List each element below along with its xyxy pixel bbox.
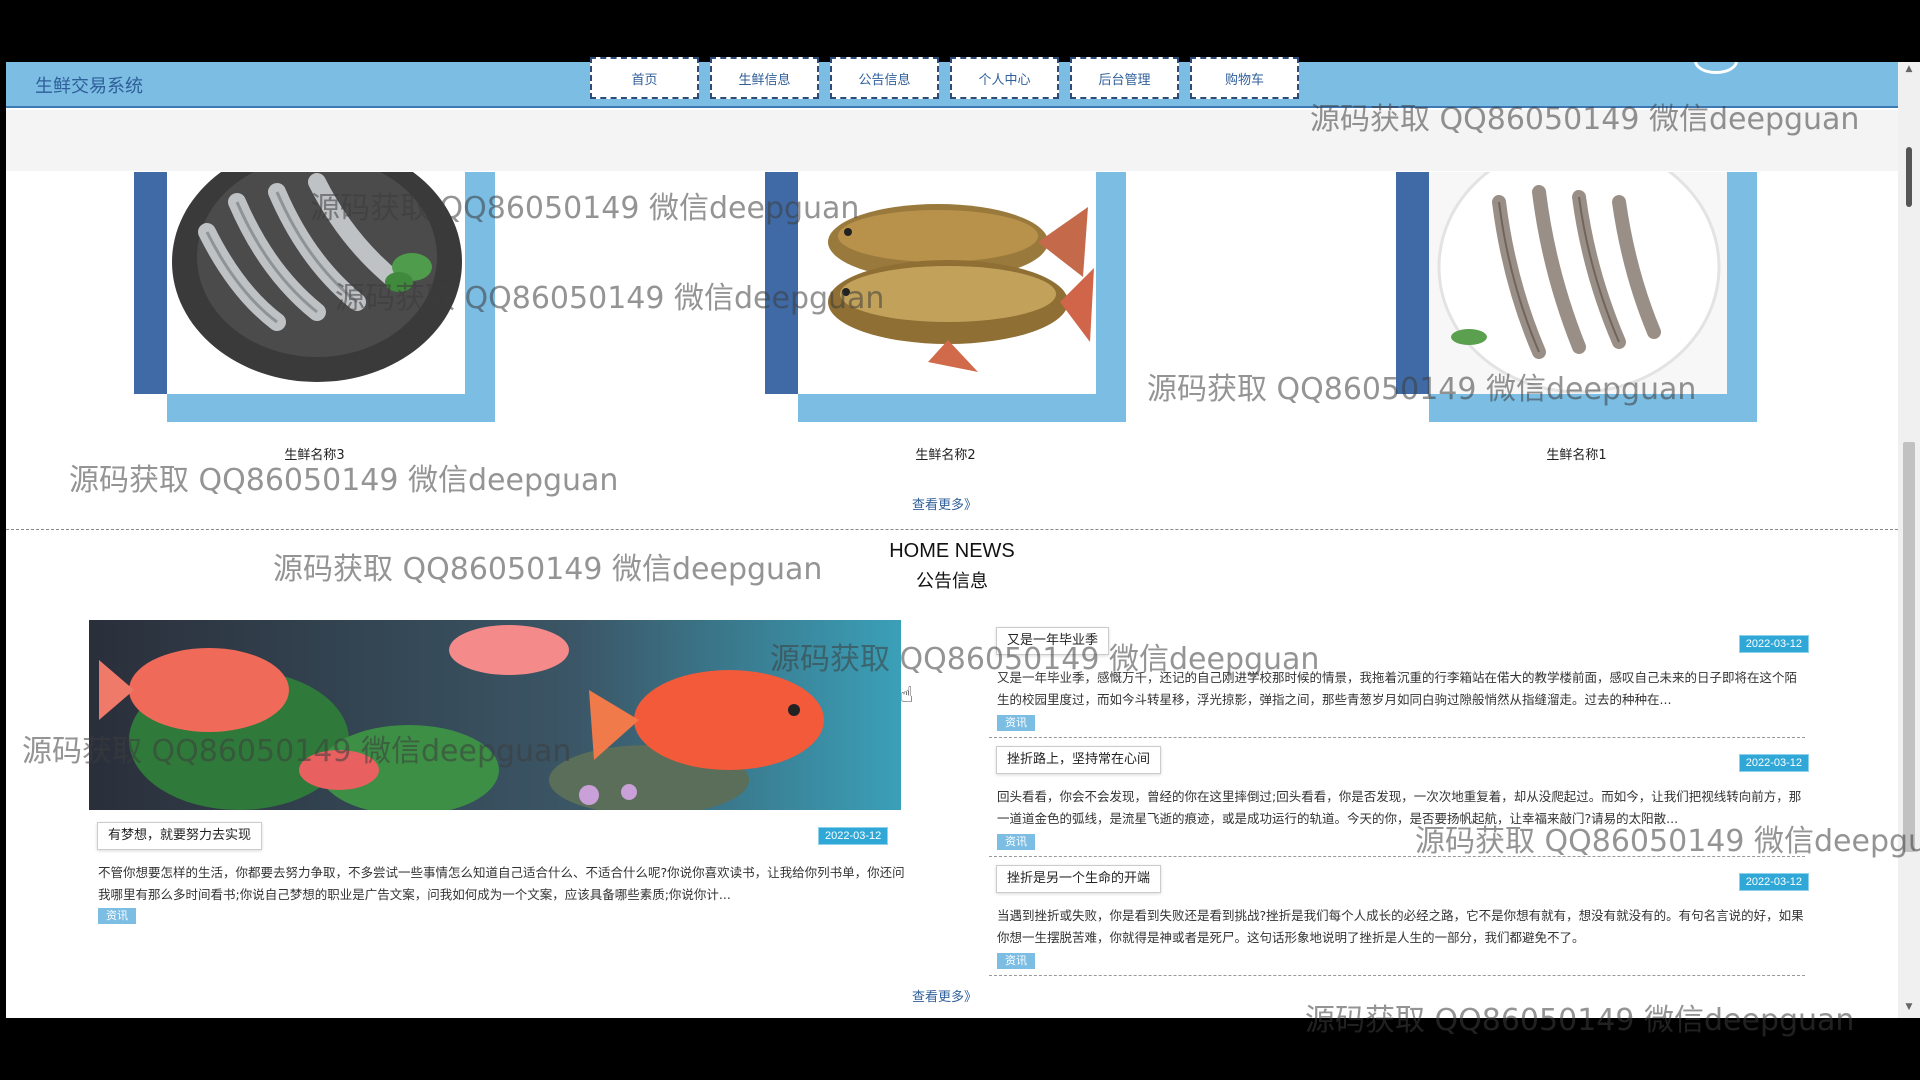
product-list: 生鲜名称3 生鲜名称2 生鲜名称1: [6, 172, 1898, 532]
card-frame-bottom: [1429, 394, 1757, 422]
news-item-title[interactable]: 又是一年毕业季: [996, 627, 1110, 655]
product-name[interactable]: 生鲜名称2: [765, 444, 1126, 463]
news-item-title[interactable]: 挫折路上，坚持常在心间: [996, 746, 1162, 774]
product-card[interactable]: 生鲜名称1: [1396, 172, 1766, 463]
news-item-tag[interactable]: 资讯: [997, 834, 1035, 850]
scrollbar-thumb[interactable]: [1903, 442, 1915, 852]
product-name[interactable]: 生鲜名称1: [1396, 444, 1757, 463]
news-item-tag[interactable]: 资讯: [997, 953, 1035, 969]
card-frame-right: [1727, 172, 1757, 422]
news-list-item[interactable]: 又是一年毕业季 2022-03-12 又是一年毕业季，感慨万千，还记的自己刚进学…: [989, 627, 1809, 742]
products-more-link[interactable]: 查看更多》: [912, 494, 977, 513]
card-frame-left: [765, 172, 798, 394]
news-item-tag[interactable]: 资讯: [997, 715, 1035, 731]
card-frame-right: [465, 172, 495, 422]
product-image-shrimp-plate[interactable]: [167, 172, 465, 394]
news-item-title[interactable]: 挫折是另一个生命的开端: [996, 865, 1162, 893]
news-heading-cn: 公告信息: [916, 571, 988, 592]
card-frame-bottom: [798, 394, 1126, 422]
news-more-link[interactable]: 查看更多》: [912, 986, 977, 1005]
vertical-scrollbar[interactable]: ▲ ▼: [1898, 62, 1920, 1018]
news-item-date: 2022-03-12: [1738, 754, 1809, 772]
news-list-item[interactable]: 挫折是另一个生命的开端 2022-03-12 当遇到挫折或失败，你是看到失败还是…: [989, 865, 1809, 980]
news-heading: HOME NEWS 公告信息: [6, 540, 1898, 593]
featured-news-summary: 不管你想要怎样的生活，你都要去努力争取，不多尝试一些事情怎么知道自己适合什么、不…: [98, 865, 905, 902]
news-item-summary: 回头看看，你会不会发现，曾经的你在这里摔倒过;回头看看，你是否发现，一次次地重复…: [997, 789, 1802, 826]
scroll-up-arrow-icon[interactable]: ▲: [1903, 64, 1915, 78]
featured-news-title[interactable]: 有梦想，就要努力去实现: [97, 822, 263, 850]
news-item-divider: [989, 975, 1805, 976]
card-frame-bottom: [167, 394, 495, 422]
product-image-carp-fish[interactable]: [798, 172, 1096, 394]
product-card[interactable]: 生鲜名称2: [765, 172, 1135, 463]
card-frame-left: [1396, 172, 1429, 394]
scroll-down-arrow-icon[interactable]: ▼: [1903, 1002, 1915, 1016]
featured-news-image-aquarium-fish[interactable]: [89, 620, 901, 810]
news-item-divider: [989, 737, 1805, 738]
news-item-date: 2022-03-12: [1738, 873, 1809, 891]
card-frame-left: [134, 172, 167, 394]
news-item-summary: 又是一年毕业季，感慨万千，还记的自己刚进学校那时候的情景，我拖着沉重的行李箱站在…: [997, 670, 1798, 707]
hand-cursor-icon: ☝: [900, 683, 914, 708]
product-image-shrimp-bowl[interactable]: [1429, 172, 1727, 394]
product-card[interactable]: 生鲜名称3: [134, 172, 504, 463]
news-item-summary: 当遇到挫折或失败，你是看到失败还是看到挑战?挫折是我们每个人成长的必经之路，它不…: [997, 908, 1804, 945]
product-name[interactable]: 生鲜名称3: [134, 444, 495, 463]
featured-news-date: 2022-03-12: [818, 827, 889, 845]
news-heading-en: HOME NEWS: [889, 540, 1015, 562]
news-item-date: 2022-03-12: [1738, 635, 1809, 653]
section-divider: [6, 529, 1898, 530]
page-content: 生鲜名称3 生鲜名称2 生鲜名称1 查看更多》 HOME NEWS 公告信息 有…: [6, 62, 1898, 1018]
news-item-divider: [989, 856, 1805, 857]
featured-news-tag[interactable]: 资讯: [98, 908, 136, 924]
card-frame-right: [1096, 172, 1126, 422]
news-list-item[interactable]: 挫折路上，坚持常在心间 2022-03-12 回头看看，你会不会发现，曾经的你在…: [989, 746, 1809, 861]
scroll-position-marker: [1906, 147, 1912, 207]
